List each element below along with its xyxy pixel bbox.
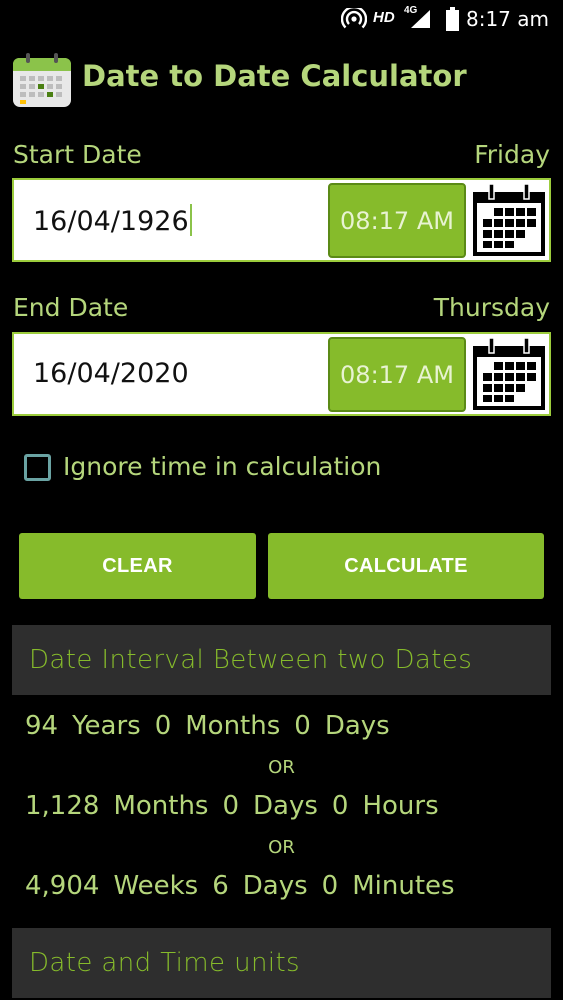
- app-title: Date to Date Calculator: [82, 59, 467, 93]
- end-date-row: 16/04/2020 08:17 AM: [12, 332, 551, 416]
- ignore-time-checkbox[interactable]: [24, 454, 51, 481]
- status-bar: HD 4G 8:17 am: [0, 0, 563, 38]
- calendar-logo-icon: [12, 52, 72, 108]
- battery-icon: [446, 7, 459, 36]
- text-cursor: [189, 204, 192, 236]
- days-unit: Days: [242, 871, 308, 901]
- days-unit: Days: [324, 711, 390, 741]
- start-calendar-button[interactable]: [470, 181, 548, 260]
- hd-indicator: HD: [373, 9, 395, 26]
- months-unit: Months: [185, 711, 281, 741]
- units-section-header: Date and Time units: [12, 928, 551, 998]
- start-date-row: 16/04/1926 08:17 AM: [12, 178, 551, 262]
- or-separator: OR: [268, 757, 295, 778]
- status-time: 8:17 am: [465, 7, 549, 31]
- days-value: 0: [294, 711, 311, 741]
- days-unit: Days: [253, 791, 318, 821]
- start-time-button[interactable]: 08:17 AM: [328, 183, 466, 258]
- end-date-label: End Date: [13, 293, 129, 322]
- hours-value: 0: [331, 791, 349, 821]
- calendar-icon: [473, 183, 545, 256]
- or-separator: OR: [268, 837, 295, 858]
- months-value: 1,128: [25, 791, 100, 821]
- result-months-line: 1,128 Months 0 Days 0 Hours: [25, 791, 453, 821]
- interval-section-header: Date Interval Between two Dates: [12, 625, 551, 695]
- start-weekday: Friday: [474, 140, 550, 169]
- years-value: 94: [25, 711, 59, 741]
- end-calendar-button[interactable]: [470, 335, 548, 414]
- minutes-unit: Minutes: [352, 871, 455, 901]
- signal-icon: [409, 9, 431, 34]
- clear-button[interactable]: CLEAR: [19, 533, 256, 599]
- minutes-value: 0: [321, 871, 339, 901]
- result-years-line: 94 Years 0 Months 0 Days: [25, 711, 404, 741]
- app-header: Date to Date Calculator: [0, 48, 563, 110]
- months-unit: Months: [113, 791, 209, 821]
- weeks-unit: Weeks: [113, 871, 199, 901]
- ignore-time-option[interactable]: Ignore time in calculation: [22, 452, 442, 486]
- months-value: 0: [154, 711, 172, 741]
- calculate-button[interactable]: CALCULATE: [268, 533, 544, 599]
- start-date-label: Start Date: [13, 140, 142, 169]
- years-unit: Years: [72, 711, 141, 741]
- weeks-value: 4,904: [25, 871, 100, 901]
- calendar-icon: [473, 337, 545, 410]
- end-weekday: Thursday: [433, 293, 550, 322]
- start-date-input[interactable]: 16/04/1926: [33, 204, 192, 237]
- ignore-time-label: Ignore time in calculation: [63, 452, 382, 481]
- days-value: 6: [212, 871, 229, 901]
- end-time-button[interactable]: 08:17 AM: [328, 337, 466, 412]
- result-weeks-line: 4,904 Weeks 6 Days 0 Minutes: [25, 871, 469, 901]
- days-value: 0: [222, 791, 240, 821]
- end-date-input[interactable]: 16/04/2020: [33, 358, 189, 389]
- hotspot-icon: [340, 5, 368, 35]
- hours-unit: Hours: [362, 791, 439, 821]
